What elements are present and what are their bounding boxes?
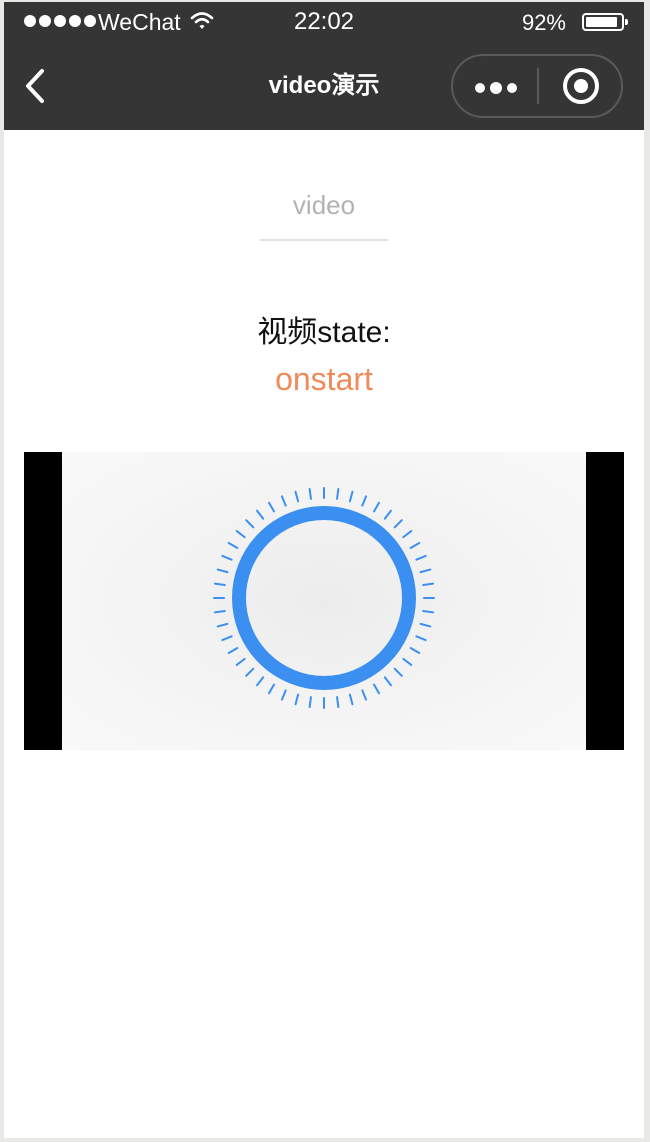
loading-tick [227, 647, 239, 654]
close-miniprogram-button[interactable] [539, 56, 621, 116]
loading-tick [280, 495, 287, 507]
loading-tick [268, 501, 275, 513]
video-state-label: 视频state: [257, 316, 391, 349]
loading-tick [308, 696, 312, 709]
loading-tick [373, 501, 380, 513]
loading-tick [393, 667, 403, 677]
battery-level [586, 17, 618, 27]
loading-ring-icon [213, 487, 435, 709]
loading-tick [256, 509, 265, 520]
loading-tick [245, 519, 255, 529]
loading-tick [361, 495, 368, 507]
loading-tick [348, 490, 354, 503]
video-frame [62, 452, 586, 750]
loading-tick [383, 509, 392, 520]
loading-tick [419, 622, 432, 628]
section-heading: video [292, 190, 356, 220]
navigation-bar: video演示 [4, 42, 644, 130]
loading-tick [221, 635, 233, 642]
battery-icon [582, 13, 628, 31]
loading-tick [294, 693, 300, 706]
loading-tick [415, 635, 427, 642]
heading-divider [260, 239, 388, 241]
loading-tick [422, 610, 435, 614]
loading-tick [361, 689, 368, 701]
more-dots-icon [475, 82, 517, 94]
loading-tick [245, 667, 255, 677]
loading-tick [256, 676, 265, 687]
loading-tick [419, 568, 432, 574]
video-state-value: onstart [275, 361, 373, 397]
loading-tick [402, 657, 413, 666]
loading-tick [235, 657, 246, 666]
loading-tick [422, 582, 435, 586]
battery-percent: 92% [521, 10, 566, 35]
loading-tick [268, 683, 275, 695]
loading-tick [348, 693, 354, 706]
more-button[interactable] [453, 56, 538, 116]
loading-tick [373, 683, 380, 695]
loading-tick [409, 542, 421, 549]
status-bar: WeChat 22:02 92% [4, 2, 644, 42]
loading-tick [213, 582, 226, 586]
loading-tick [213, 610, 226, 614]
video-player[interactable] [24, 452, 624, 750]
loading-tick [308, 487, 312, 500]
loading-tick [221, 554, 233, 561]
loading-tick [336, 487, 340, 500]
loading-tick [227, 542, 239, 549]
loading-tick [294, 490, 300, 503]
menu-capsule [451, 54, 623, 118]
loading-tick [383, 676, 392, 687]
loading-tick [402, 530, 413, 539]
loading-tick [409, 647, 421, 654]
loading-ring [232, 506, 416, 690]
loading-tick [216, 568, 229, 574]
phone-screen: WeChat 22:02 92% video演示 video 视频state: … [4, 2, 644, 1138]
loading-tick [415, 554, 427, 561]
loading-tick [280, 689, 287, 701]
loading-tick [336, 696, 340, 709]
loading-tick [393, 519, 403, 529]
loading-tick [235, 530, 246, 539]
loading-tick [216, 622, 229, 628]
